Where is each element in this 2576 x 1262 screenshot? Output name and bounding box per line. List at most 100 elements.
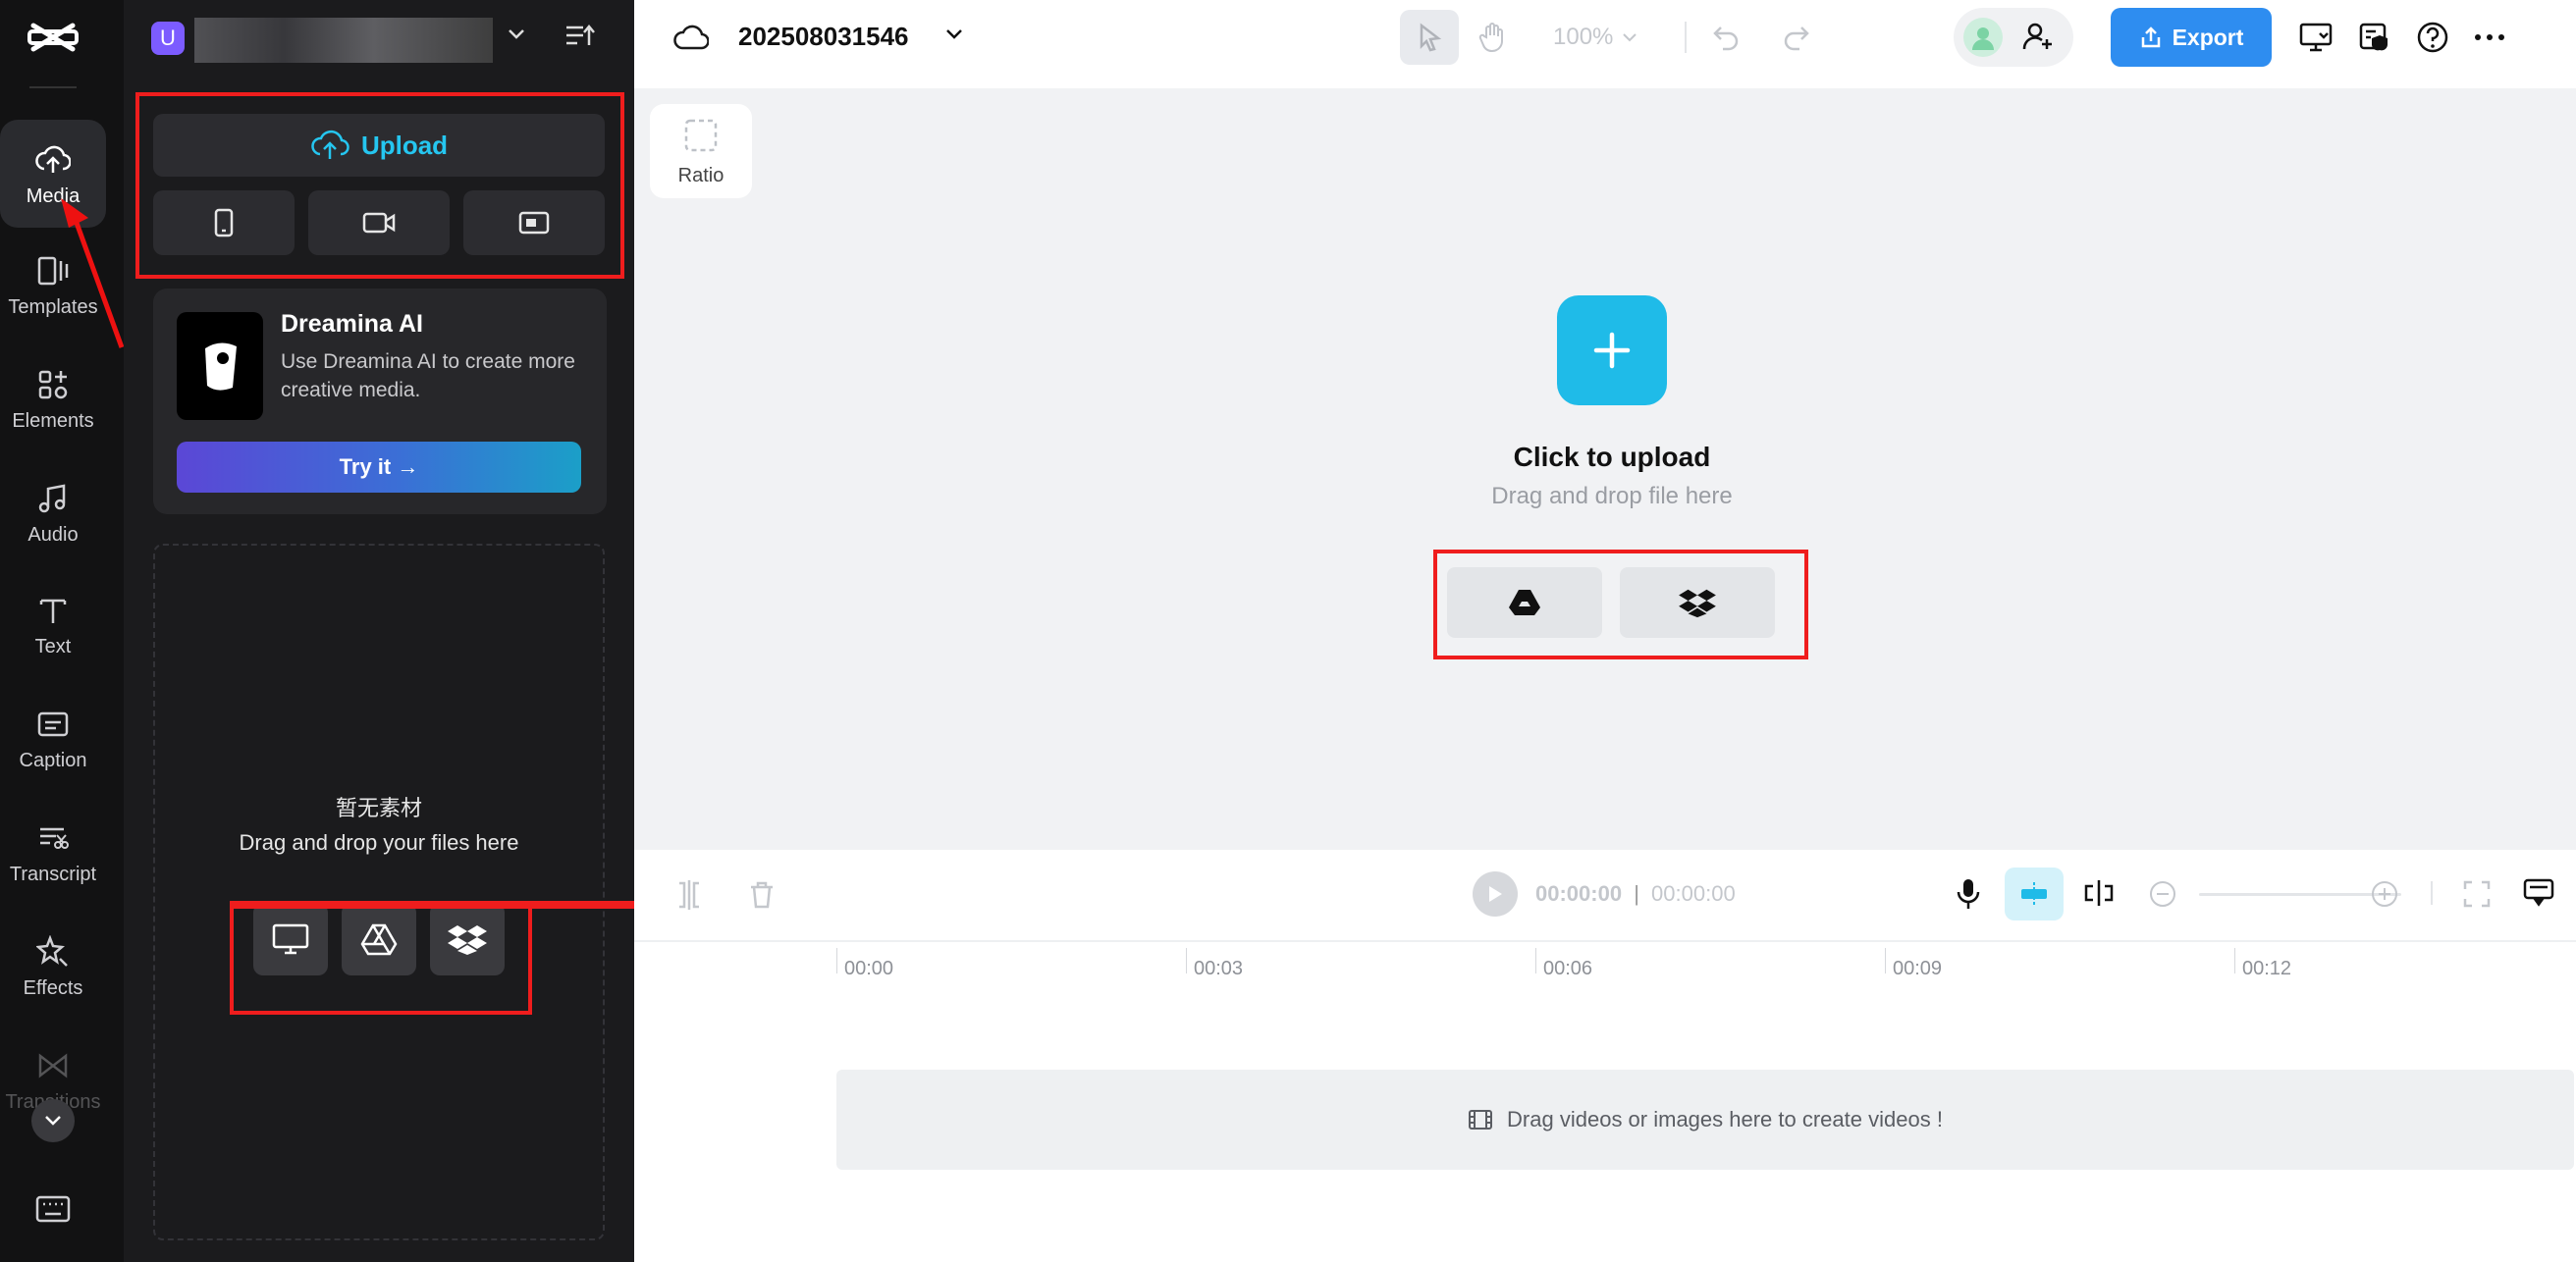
- cloud-sync-icon[interactable]: [673, 22, 709, 55]
- more-options-button[interactable]: [2470, 18, 2509, 57]
- zoom-level[interactable]: 100%: [1553, 24, 1638, 51]
- keyboard-shortcuts-button[interactable]: [33, 1193, 73, 1225]
- chevron-down-icon: [509, 29, 524, 39]
- collaborators[interactable]: [1954, 8, 2073, 67]
- rail-expand-button[interactable]: [31, 1099, 75, 1142]
- music-note-icon: [33, 479, 73, 518]
- dreamina-try-button[interactable]: Try it →: [177, 442, 581, 493]
- rail-label: Effects: [23, 977, 83, 999]
- zoom-value: 100%: [1553, 24, 1614, 50]
- microphone-icon: [1957, 879, 1980, 909]
- zoom-in-button[interactable]: [2368, 877, 2401, 911]
- split-icon: [679, 880, 699, 910]
- rail-label: Elements: [12, 410, 94, 432]
- hand-tool-button[interactable]: [1469, 14, 1516, 61]
- chevron-down-icon: [45, 1116, 61, 1126]
- rail-item-caption[interactable]: Caption: [0, 705, 106, 772]
- hand-icon: [1478, 23, 1503, 52]
- split-button[interactable]: [671, 877, 707, 913]
- time-separator: |: [1634, 881, 1639, 906]
- avatar: [1963, 18, 2003, 57]
- fit-timeline-button[interactable]: [2460, 877, 2494, 911]
- snap-icon: [2021, 882, 2047, 906]
- canvas-area: Ratio Click to upload Drag and drop file…: [634, 88, 2576, 850]
- keyboard-icon: [35, 1195, 71, 1223]
- dreamina-logo: [177, 312, 263, 420]
- ratio-button[interactable]: Ratio: [650, 104, 752, 198]
- help-button[interactable]: [2413, 18, 2452, 57]
- plus-icon: [1593, 332, 1631, 369]
- upload-title: Click to upload: [1513, 442, 1711, 472]
- nav-rail: Media Templates Elements Audio Text Capt…: [0, 0, 124, 1262]
- media-panel: U Upload Dreamina AI Use Dreamina AI to …: [124, 0, 656, 1262]
- film-strip-icon: [1469, 1110, 1493, 1130]
- split-clip-button[interactable]: [2079, 873, 2119, 913]
- rail-item-transcript[interactable]: Transcript: [0, 818, 106, 886]
- select-tool-button[interactable]: [1400, 10, 1459, 65]
- add-user-icon: [2022, 22, 2054, 51]
- export-button[interactable]: Export: [2111, 8, 2272, 67]
- rail-item-elements[interactable]: Elements: [0, 365, 106, 433]
- cursor-icon: [1420, 23, 1442, 52]
- review-button[interactable]: [2354, 18, 2395, 57]
- timeline: 00:00:00 | 00:00:00 00:00 00:03 00:06 00…: [634, 850, 2576, 1262]
- ruler-tick-label: 00:12: [2242, 958, 2292, 979]
- effects-icon: [33, 932, 73, 972]
- play-button[interactable]: [1473, 871, 1518, 917]
- rail-item-effects[interactable]: Effects: [0, 932, 106, 1000]
- rail-item-text[interactable]: Text: [0, 591, 106, 658]
- workspace-avatar[interactable]: U: [151, 22, 185, 55]
- add-media-button[interactable]: [1557, 295, 1667, 405]
- highlight-box-drop-sources: [230, 903, 532, 1015]
- chevron-down-icon: [946, 29, 962, 39]
- workspace-dropdown[interactable]: [507, 27, 526, 41]
- text-icon: [33, 591, 73, 630]
- rail-label: Caption: [19, 750, 87, 771]
- zoom-out-button[interactable]: [2146, 877, 2179, 911]
- empty-media-subtitle: Drag and drop your files here: [239, 830, 519, 855]
- record-voiceover-button[interactable]: [1950, 875, 1987, 913]
- media-drop-zone[interactable]: 暂无素材 Drag and drop your files here: [153, 544, 605, 1240]
- top-toolbar: 202508031546 100% Export: [634, 0, 2576, 88]
- help-icon: [2417, 22, 2448, 53]
- more-horizontal-icon: [2475, 34, 2504, 40]
- timecode: 00:00:00 | 00:00:00: [1535, 881, 1736, 907]
- capcut-logo[interactable]: [26, 18, 80, 57]
- play-icon: [1489, 886, 1502, 902]
- fullscreen-icon: [2463, 880, 2491, 908]
- delete-button[interactable]: [744, 877, 779, 913]
- chevron-down-icon: [1623, 33, 1637, 42]
- workspace-name-redacted: [194, 18, 493, 63]
- transcript-icon: [33, 818, 73, 858]
- project-name[interactable]: 202508031546: [738, 22, 909, 52]
- dreamina-title: Dreamina AI: [281, 310, 423, 338]
- rail-label: Transcript: [9, 864, 97, 885]
- rail-item-audio[interactable]: Audio: [0, 479, 106, 547]
- ruler-tick-label: 00:00: [844, 958, 894, 979]
- present-button[interactable]: [2295, 18, 2336, 57]
- dreamina-card: Dreamina AI Use Dreamina AI to create mo…: [153, 289, 607, 514]
- panel-menu-button[interactable]: [564, 22, 595, 49]
- undo-button[interactable]: [1706, 20, 1745, 55]
- ruler-tick-label: 00:03: [1194, 958, 1244, 979]
- split-clip-icon: [2084, 880, 2114, 906]
- caption-icon: [33, 705, 73, 744]
- timeline-view-button[interactable]: [2519, 873, 2558, 913]
- rail-label: Text: [34, 636, 72, 657]
- monitor-comment-icon: [2523, 878, 2554, 907]
- ratio-label: Ratio: [677, 165, 724, 186]
- project-dropdown[interactable]: [944, 27, 964, 41]
- highlight-box-cloud-sources: [1433, 550, 1808, 659]
- avatar-letter: U: [160, 26, 176, 50]
- transitions-icon: [33, 1046, 73, 1085]
- elements-icon: [33, 365, 73, 404]
- empty-media-title: 暂无素材: [335, 796, 422, 820]
- timeline-drop-track[interactable]: Drag videos or images here to create vid…: [836, 1070, 2574, 1170]
- timeline-ruler[interactable]: 00:00 00:03 00:06 00:09 00:12: [634, 942, 2576, 1001]
- ruler-tick-label: 00:06: [1543, 958, 1593, 979]
- redo-button[interactable]: [1777, 20, 1816, 55]
- rail-label: Audio: [27, 524, 79, 546]
- magnet-snap-button[interactable]: [2005, 868, 2064, 920]
- trash-icon: [751, 881, 773, 909]
- current-time: 00:00:00: [1535, 881, 1623, 906]
